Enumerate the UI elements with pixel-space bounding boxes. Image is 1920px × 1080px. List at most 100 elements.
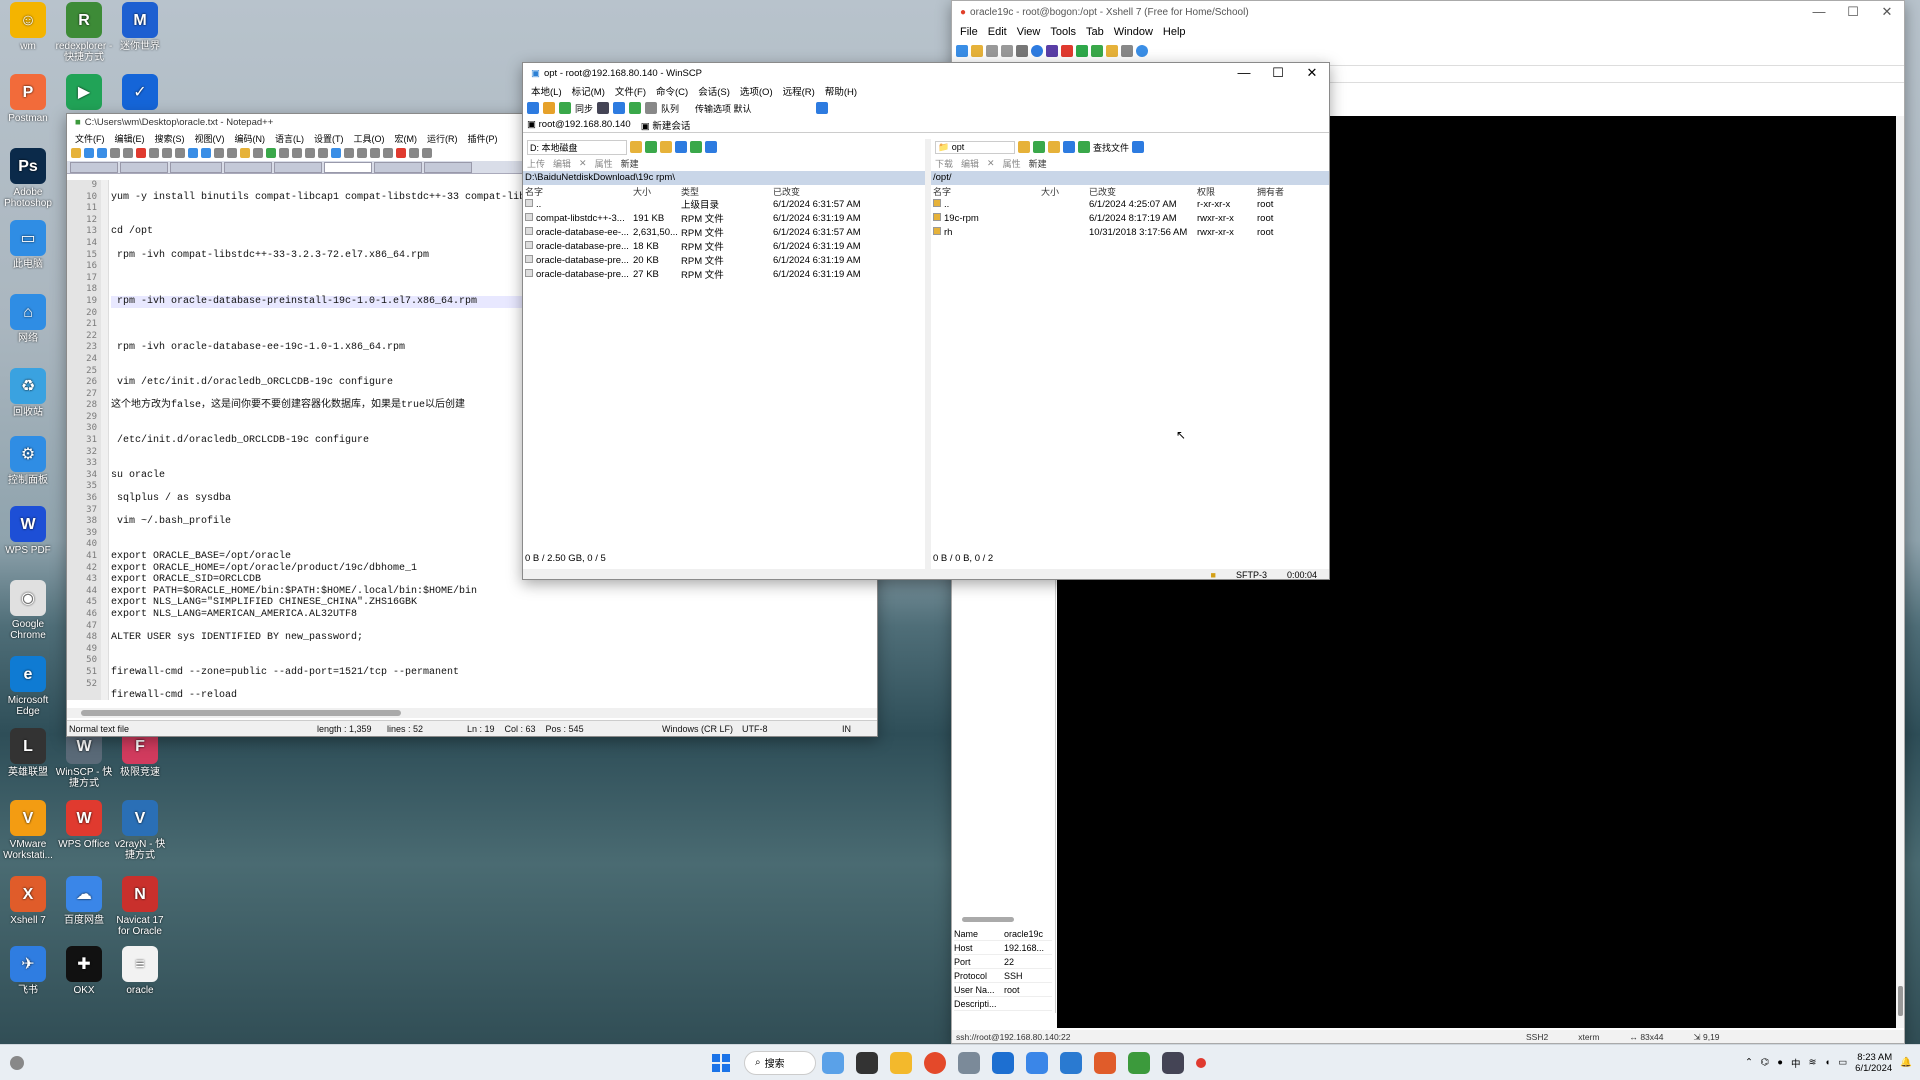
- desktop-icon[interactable]: Ps Adobe Photoshop: [0, 148, 58, 209]
- file-row[interactable]: oracle-database-ee-... 2,631,50... RPM 文件 6…: [525, 225, 925, 239]
- menu-item[interactable]: 设置(T): [314, 132, 344, 145]
- shell-icon[interactable]: [629, 102, 642, 114]
- remote-dir-select[interactable]: 📁 opt: [935, 140, 1015, 154]
- wifi-icon[interactable]: ≋: [1808, 1057, 1816, 1068]
- toolbar-button-icon[interactable]: [227, 148, 237, 158]
- download-button[interactable]: 下载: [935, 157, 953, 170]
- find-files-button[interactable]: 查找文件: [1093, 141, 1129, 154]
- menu-item[interactable]: File: [960, 26, 978, 38]
- network-icon[interactable]: ⌬: [1761, 1057, 1769, 1068]
- start-icon[interactable]: [712, 1053, 730, 1072]
- toolbar-button-icon[interactable]: [292, 148, 302, 158]
- lock-icon[interactable]: [1106, 45, 1118, 57]
- toolbar-button-icon[interactable]: [84, 148, 94, 158]
- battery-icon[interactable]: ▭: [1838, 1057, 1847, 1068]
- edit-button[interactable]: 编辑: [553, 157, 571, 170]
- toolbar-button-icon[interactable]: [123, 148, 133, 158]
- desktop-icon[interactable]: M 迷你世界: [110, 2, 170, 52]
- menu-item[interactable]: 标记(M): [572, 84, 605, 98]
- column-header[interactable]: 名字: [525, 185, 633, 198]
- new-button[interactable]: 新建: [621, 157, 639, 170]
- desktop-icon[interactable]: V VMware Workstati...: [0, 800, 58, 861]
- desktop-icon[interactable]: Rredexplorer - 快捷方式: [54, 2, 114, 63]
- column-header[interactable]: 权限: [1197, 185, 1257, 198]
- menu-item[interactable]: 文件(F): [615, 84, 646, 98]
- desktop-icon[interactable]: ≡ oracle: [110, 946, 170, 996]
- desktop-icon[interactable]: W WinSCP - 快捷方式: [54, 728, 114, 789]
- desktop-icon[interactable]: ⚙ 控制面板: [0, 436, 58, 486]
- xshell-taskbar-icon[interactable]: [1094, 1051, 1116, 1074]
- menu-item[interactable]: 编辑(E): [115, 132, 145, 145]
- desktop-icon[interactable]: X Xshell 7: [0, 876, 58, 926]
- session-tab[interactable]: ▣ root@192.168.80.140: [527, 119, 631, 130]
- open-folder-icon[interactable]: [1018, 141, 1030, 153]
- toolbar-button-icon[interactable]: [396, 148, 406, 158]
- compare-icon[interactable]: [543, 102, 555, 114]
- toolbar-button-icon[interactable]: [175, 148, 185, 158]
- file-row[interactable]: .. 上级目录 6/1/2024 6:31:57 AM: [525, 197, 925, 211]
- local-drive-select[interactable]: D: 本地磁盘: [527, 139, 627, 155]
- close-icon[interactable]: ✕: [1295, 65, 1329, 81]
- desktop-icon[interactable]: W WPS Office: [54, 800, 114, 850]
- new-session-tab[interactable]: ▣ 新建会话: [641, 118, 691, 132]
- home-icon[interactable]: [1063, 141, 1075, 153]
- toolbar-button-icon[interactable]: [240, 148, 250, 158]
- editor-tab[interactable]: [374, 162, 422, 173]
- desktop-icon[interactable]: ▭ 此电脑: [0, 220, 58, 270]
- widgets-icon[interactable]: [10, 1055, 24, 1070]
- file-row[interactable]: oracle-database-pre... 27 KB RPM 文件 6/1/202…: [525, 267, 925, 281]
- sync-icon[interactable]: [527, 102, 539, 114]
- winscp-window[interactable]: ▣ opt - root@192.168.80.140 - WinSCP — ☐ ✕…: [522, 62, 1330, 580]
- editor-tab[interactable]: [424, 162, 472, 173]
- menu-item[interactable]: 编码(N): [235, 132, 266, 145]
- minimize-icon[interactable]: —: [1802, 4, 1836, 20]
- local-path[interactable]: D:\BaiduNetdiskDownload\19c rpm\: [523, 171, 925, 185]
- copilot-icon[interactable]: [822, 1051, 844, 1074]
- toolbar-button-icon[interactable]: [370, 148, 380, 158]
- toolbar-button-icon[interactable]: [318, 148, 328, 158]
- notepad-plus-icon[interactable]: [1128, 1051, 1150, 1074]
- home-icon[interactable]: [675, 141, 687, 153]
- menu-item[interactable]: 远程(R): [783, 84, 815, 98]
- xftp-icon[interactable]: [1061, 45, 1073, 57]
- editor-tab[interactable]: [274, 162, 322, 173]
- edit-button[interactable]: 编辑: [961, 157, 979, 170]
- maximize-icon[interactable]: ☐: [1836, 4, 1870, 20]
- upload-button[interactable]: 上传: [527, 157, 545, 170]
- desktop-icon[interactable]: ✈ 飞书: [0, 946, 58, 996]
- refresh-icon[interactable]: [690, 141, 702, 153]
- menu-item[interactable]: Tools: [1050, 26, 1076, 38]
- toolbar-button-icon[interactable]: [201, 148, 211, 158]
- editor-tab[interactable]: [224, 162, 272, 173]
- menu-item[interactable]: 宏(M): [395, 132, 418, 145]
- globe-icon[interactable]: [815, 102, 828, 114]
- toolbar-button-icon[interactable]: [97, 148, 107, 158]
- file-row[interactable]: rh 10/31/2018 3:17:56 AM rwxr-xr-x root: [933, 225, 1329, 239]
- code-line[interactable]: [111, 679, 877, 691]
- menu-item[interactable]: 工具(O): [354, 132, 385, 145]
- column-header[interactable]: 名字: [933, 185, 1041, 198]
- queue-button[interactable]: 队列: [661, 102, 679, 115]
- vmware-icon[interactable]: [1060, 1051, 1082, 1074]
- column-header[interactable]: 已改变: [773, 185, 893, 198]
- terminal-scrollbar[interactable]: [1896, 116, 1904, 1028]
- column-header[interactable]: 类型: [681, 185, 773, 198]
- delete-icon[interactable]: ✕: [579, 158, 587, 169]
- new-button[interactable]: 新建: [1029, 157, 1047, 170]
- menu-item[interactable]: 命令(C): [656, 84, 688, 98]
- desktop-icon[interactable]: ☁ 百度网盘: [54, 876, 114, 926]
- desktop-icon[interactable]: N Navicat 17 for Oracle: [110, 876, 170, 937]
- menu-item[interactable]: Window: [1114, 26, 1153, 38]
- task-view-icon[interactable]: [856, 1051, 878, 1074]
- menu-item[interactable]: 视图(V): [195, 132, 225, 145]
- menu-item[interactable]: 本地(L): [531, 84, 562, 98]
- globe-icon[interactable]: [1031, 45, 1043, 57]
- code-line[interactable]: export NLS_LANG=AMERICAN_AMERICA.AL32UTF…: [111, 609, 877, 621]
- menu-item[interactable]: 搜索(S): [155, 132, 185, 145]
- code-line[interactable]: firewall-cmd --zone=public --add-port=15…: [111, 667, 877, 679]
- transfer-options-dropdown[interactable]: 传输选项 默认: [695, 102, 752, 115]
- menu-item[interactable]: Help: [1163, 26, 1186, 38]
- search-box[interactable]: ⌕ 搜索: [744, 1050, 816, 1075]
- back-icon[interactable]: [705, 141, 717, 153]
- toolbar-button-icon[interactable]: [266, 148, 276, 158]
